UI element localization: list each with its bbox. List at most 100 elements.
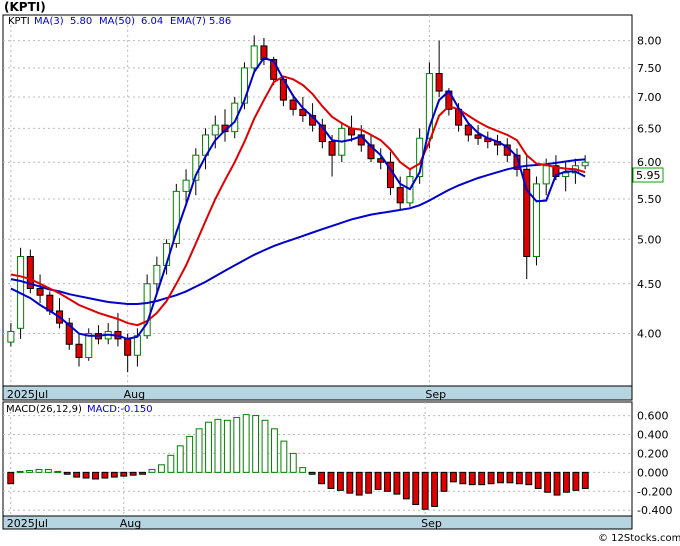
price-y-tick-label: 7.00 — [637, 91, 662, 104]
macd-bar — [468, 471, 476, 486]
macd-bar — [487, 471, 495, 485]
legend: KPTI MA(3) 5.80 MA(50) 6.04 EMA(7) 5.86 — [8, 16, 231, 27]
price-y-tick-label: 6.00 — [637, 156, 662, 169]
price-y-tick-label: 6.50 — [637, 122, 662, 135]
macd-y-tick-label: 0.400 — [637, 429, 669, 442]
macd-bar — [139, 471, 147, 475]
macd-bar — [440, 471, 448, 492]
macd-bar — [110, 471, 118, 478]
macd-bar — [384, 471, 391, 492]
macd-bar — [63, 471, 71, 475]
candle-body — [182, 179, 190, 192]
macd-bar — [553, 471, 561, 496]
candle-body — [153, 264, 161, 285]
macd-bar — [318, 471, 325, 485]
macd-bar — [374, 471, 382, 490]
macd-bar — [581, 471, 589, 489]
legend-ticker: KPTI — [8, 16, 30, 27]
stock-chart: 4.00 4.50 5.00 5.50 6.00 6.50 7.00 7.50 8.00 202… — [0, 0, 680, 546]
legend-ema7-value: 5.86 — [209, 16, 231, 27]
macd-bar — [195, 428, 203, 473]
macd-bar — [44, 469, 52, 473]
macd-bar — [402, 471, 410, 500]
candle-body — [328, 141, 336, 156]
candle-body — [532, 183, 540, 258]
price-y-tick-label: 4.50 — [637, 278, 662, 291]
macd-bar — [459, 471, 467, 485]
macd-bar — [336, 471, 344, 491]
macd-bar — [92, 471, 99, 480]
macd-bar — [289, 452, 297, 473]
price-y-tick-label: 8.00 — [637, 35, 662, 48]
candle-body — [124, 338, 132, 356]
price-date-label: Aug — [124, 388, 145, 401]
candle-body — [36, 288, 44, 296]
candle-body — [562, 172, 570, 178]
macd-bar — [271, 428, 278, 473]
macd-bar — [205, 421, 212, 473]
macd-date-band — [2, 515, 633, 530]
macd-bar — [412, 471, 420, 506]
macd-bar — [54, 470, 62, 473]
watermark: © 12Stocks.com — [598, 533, 680, 544]
macd-bar — [101, 471, 109, 479]
macd-bar — [421, 471, 429, 510]
macd-bar — [431, 471, 439, 507]
macd-bar — [157, 464, 165, 473]
candle-body — [85, 333, 93, 358]
macd-bar — [35, 469, 43, 473]
macd-y-tick-label: -0.200 — [637, 485, 672, 498]
macd-bar — [16, 470, 24, 473]
price-y-tick-label: 5.00 — [637, 233, 662, 246]
candle-body — [143, 283, 151, 337]
candle-body — [250, 45, 258, 69]
macd-date-label: Aug — [120, 517, 141, 530]
last-price-label: 5.95 — [636, 169, 661, 182]
macd-bar — [7, 471, 15, 485]
price-date-label: Sep — [425, 388, 446, 401]
price-date-band — [2, 385, 633, 401]
macd-bar — [515, 471, 523, 485]
macd-bar — [525, 471, 533, 486]
price-y-tick-label: 7.50 — [637, 62, 662, 75]
macd-bar — [261, 419, 269, 473]
macd-y-tick-label: 0.600 — [637, 410, 669, 423]
macd-bar — [148, 469, 156, 473]
candle-body — [435, 73, 443, 92]
price-y-tick-label: 5.50 — [637, 193, 662, 206]
macd-bar — [478, 471, 486, 486]
macd-bar — [393, 471, 401, 495]
macd-bar — [233, 416, 241, 473]
macd-date-label: 2025Jul — [7, 517, 48, 530]
macd-value: MACD:-0.150 — [87, 404, 153, 415]
macd-bar — [365, 471, 373, 494]
price-y-tick-label: 4.00 — [637, 328, 662, 341]
macd-bar — [252, 415, 260, 473]
macd-bar — [327, 471, 335, 489]
macd-bar — [73, 471, 81, 478]
macd-y-tick-label: 0.000 — [637, 466, 669, 479]
macd-bar — [346, 471, 354, 494]
candle-body — [211, 124, 219, 136]
candle-body — [581, 161, 589, 167]
macd-bar — [308, 471, 316, 475]
macd-bar — [572, 471, 580, 491]
macd-label: MACD(26,12,9) — [6, 404, 82, 415]
legend-ma3: MA(3) — [34, 16, 64, 27]
legend-ma50: MA(50) — [99, 16, 135, 27]
macd-bar — [497, 471, 504, 484]
macd-panel — [2, 401, 633, 530]
macd-bar — [167, 454, 175, 473]
macd-bar — [242, 414, 250, 473]
candle-body — [396, 187, 404, 204]
candle-body — [474, 134, 482, 139]
legend-ema7: EMA(7) — [170, 16, 206, 27]
macd-bar — [26, 469, 33, 473]
macd-bar — [214, 418, 222, 473]
candle-body — [133, 335, 141, 356]
macd-bar — [449, 471, 457, 483]
macd-legend: MACD(26,12,9) MACD:-0.150 — [6, 404, 153, 415]
macd-date-label: Sep — [421, 517, 442, 530]
macd-bar — [563, 471, 570, 493]
price-date-label: 2025Jul — [7, 388, 48, 401]
